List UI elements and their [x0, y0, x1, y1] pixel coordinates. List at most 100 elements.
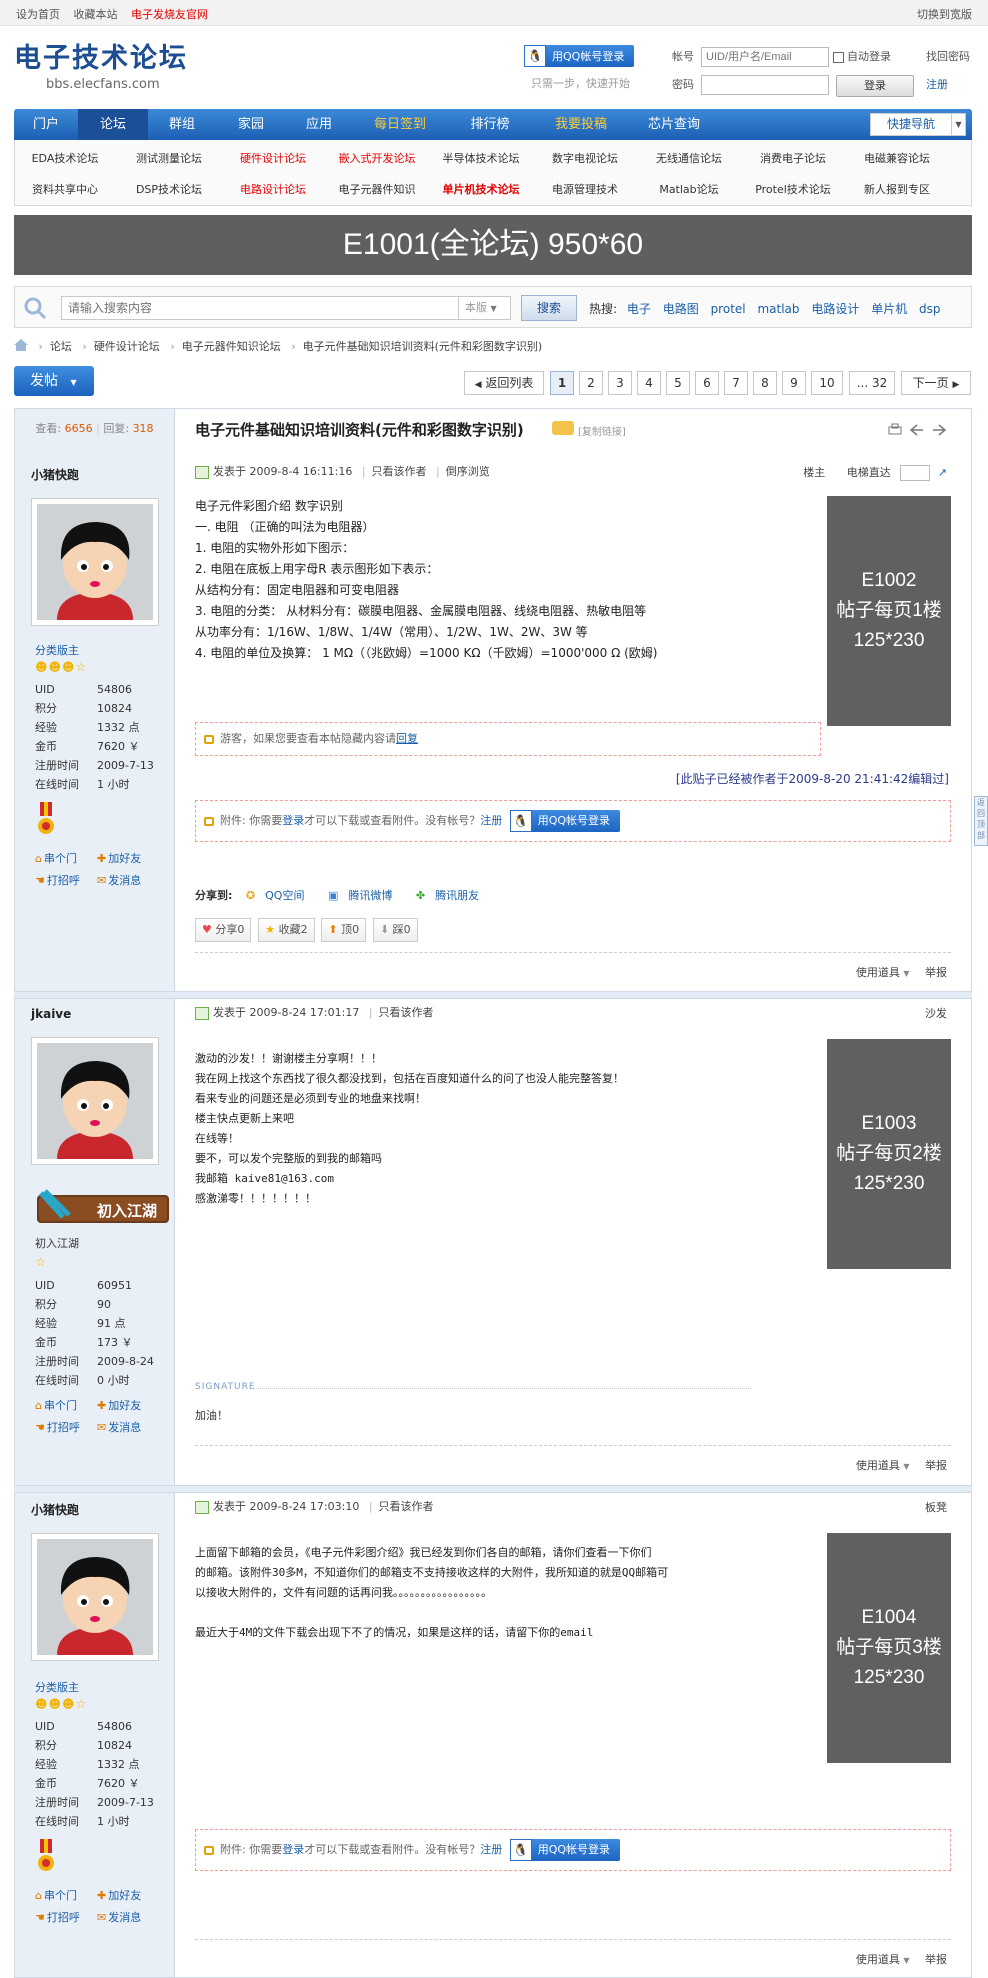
qq-login-button[interactable]: 🐧 用QQ帐号登录 — [524, 45, 635, 67]
share-pengyou[interactable]: ✤ 腾讯朋友 — [416, 889, 489, 902]
go-icon[interactable]: ↗ — [938, 466, 947, 479]
share-tencent-weibo[interactable]: ▣ 腾讯微博 — [328, 889, 402, 902]
hot-search-item[interactable]: 电路设计 — [811, 302, 859, 316]
author-name[interactable]: jkaive — [31, 1007, 71, 1021]
only-author-link[interactable]: 只看该作者 — [379, 1500, 434, 1513]
register-link[interactable]: 注册 — [480, 1843, 502, 1856]
qq-login-button[interactable]: 🐧 用QQ帐号登录 — [509, 1839, 621, 1861]
subnav-consumer[interactable]: 消费电子论坛 — [743, 150, 843, 166]
subnav-matlab[interactable]: Matlab论坛 — [639, 181, 739, 197]
back-to-list-button[interactable]: ◀ 返回列表 — [464, 371, 544, 395]
register-link[interactable]: 注册 — [926, 74, 948, 96]
report-link[interactable]: 举报 — [925, 966, 947, 979]
auto-login-checkbox[interactable]: 自动登录 — [833, 46, 891, 68]
print-icon[interactable] — [888, 423, 902, 435]
new-post-button[interactable]: 发帖 ▼ — [14, 366, 94, 396]
ad-box-floor-1[interactable]: E1002 帖子每页1楼 125*230 — [827, 496, 951, 726]
nav-item-groups[interactable]: 群组 — [148, 109, 216, 140]
subnav-share[interactable]: 资料共享中心 — [15, 181, 115, 197]
page-2[interactable]: 2 — [579, 371, 603, 395]
add-friend-button[interactable]: ✚ 加好友 — [97, 1885, 159, 1907]
register-link[interactable]: 注册 — [480, 814, 502, 827]
subnav-circuit[interactable]: 电路设计论坛 — [223, 181, 323, 197]
account-input[interactable] — [701, 47, 829, 67]
breadcrumb-hardware[interactable]: 硬件设计论坛 — [94, 340, 160, 353]
report-link[interactable]: 举报 — [925, 1459, 947, 1472]
set-homepage-link[interactable]: 设为首页 — [16, 8, 60, 21]
subnav-newbie[interactable]: 新人报到专区 — [847, 181, 947, 197]
home-icon[interactable] — [14, 339, 28, 351]
hot-search-item[interactable]: 电路图 — [663, 302, 699, 316]
user-group[interactable]: 分类版主 — [35, 1679, 79, 1695]
back-to-top-tab[interactable]: 返回顶部 — [974, 796, 988, 846]
visit-button[interactable]: ⌂ 串个门 — [35, 1885, 97, 1907]
author-name[interactable]: 小猪快跑 — [31, 1501, 79, 1518]
favorite-button[interactable]: ★ 收藏2 — [258, 918, 315, 942]
ad-box-floor-2[interactable]: E1003 帖子每页2楼 125*230 — [827, 1039, 951, 1269]
next-page-button[interactable]: 下一页 ▶ — [901, 371, 971, 395]
breadcrumb-components[interactable]: 电子元器件知识论坛 — [182, 340, 281, 353]
subnav-dtv[interactable]: 数字电视论坛 — [535, 150, 635, 166]
avatar[interactable] — [31, 1533, 159, 1661]
switch-wide-link[interactable]: 切换到宽版 — [917, 6, 972, 22]
qq-login-button[interactable]: 🐧 用QQ帐号登录 — [509, 810, 621, 832]
hot-search-item[interactable]: protel — [711, 302, 746, 316]
subnav-eda[interactable]: EDA技术论坛 — [15, 150, 115, 166]
hot-search-item[interactable]: matlab — [757, 302, 799, 316]
send-message-button[interactable]: ✉ 发消息 — [97, 1417, 159, 1439]
hot-search-item[interactable]: 单片机 — [871, 302, 907, 316]
author-name[interactable]: 小猪快跑 — [31, 466, 79, 483]
subnav-embedded[interactable]: 嵌入式开发论坛 — [327, 150, 427, 166]
share-qzone[interactable]: ✪ QQ空间 — [246, 889, 315, 902]
add-friend-button[interactable]: ✚ 加好友 — [97, 848, 159, 870]
poke-button[interactable]: ☚ 打招呼 — [35, 1907, 97, 1929]
page-1[interactable]: 1 — [550, 371, 574, 395]
copy-link[interactable]: [复制链接] — [578, 423, 626, 438]
use-tools-link[interactable]: 使用道具 ▼ — [856, 1953, 910, 1966]
visit-button[interactable]: ⌂ 串个门 — [35, 1395, 97, 1417]
search-button[interactable]: 搜索 — [521, 295, 577, 321]
search-input[interactable] — [61, 296, 459, 320]
nav-item-chip-search[interactable]: 芯片查询 — [630, 109, 718, 140]
page-last[interactable]: ... 32 — [849, 371, 895, 395]
visit-button[interactable]: ⌂ 串个门 — [35, 848, 97, 870]
subnav-test[interactable]: 测试测量论坛 — [119, 150, 219, 166]
share-button[interactable]: ♥ 分享0 — [195, 918, 252, 942]
send-message-button[interactable]: ✉ 发消息 — [97, 1907, 159, 1929]
page-4[interactable]: 4 — [637, 371, 661, 395]
subnav-emc[interactable]: 电磁兼容论坛 — [847, 150, 947, 166]
nav-item-checkin[interactable]: 每日签到 — [352, 109, 448, 140]
page-9[interactable]: 9 — [782, 371, 806, 395]
downvote-button[interactable]: ⬇ 踩0 — [372, 918, 418, 942]
find-password-link[interactable]: 找回密码 — [926, 46, 970, 68]
upvote-button[interactable]: ⬆ 顶0 — [321, 918, 367, 942]
password-input[interactable] — [701, 75, 829, 95]
avatar[interactable] — [31, 498, 159, 626]
quick-nav-dropdown[interactable]: 快捷导航 ▼ — [870, 113, 966, 136]
login-link[interactable]: 登录 — [282, 814, 304, 827]
ad-box-floor-3[interactable]: E1004 帖子每页3楼 125*230 — [827, 1533, 951, 1763]
hot-search-item[interactable]: 电子 — [627, 302, 651, 316]
page-7[interactable]: 7 — [724, 371, 748, 395]
page-6[interactable]: 6 — [695, 371, 719, 395]
nav-item-ranking[interactable]: 排行榜 — [448, 109, 532, 140]
user-group[interactable]: 分类版主 — [35, 642, 79, 658]
banner-ad[interactable]: E1001(全论坛) 950*60 — [14, 215, 972, 275]
use-tools-link[interactable]: 使用道具 ▼ — [856, 966, 910, 979]
avatar[interactable] — [31, 1037, 159, 1165]
page-8[interactable]: 8 — [753, 371, 777, 395]
site-logo[interactable]: 电子技术论坛 bbs.elecfans.com — [14, 36, 204, 96]
page-5[interactable]: 5 — [666, 371, 690, 395]
subnav-wireless[interactable]: 无线通信论坛 — [639, 150, 739, 166]
next-thread-icon[interactable] — [933, 424, 947, 436]
subnav-semiconductor[interactable]: 半导体技术论坛 — [431, 150, 531, 166]
breadcrumb-forum[interactable]: 论坛 — [50, 340, 72, 353]
poke-button[interactable]: ☚ 打招呼 — [35, 870, 97, 892]
floor-jump-input[interactable] — [900, 465, 931, 481]
nav-item-apps[interactable]: 应用 — [286, 109, 352, 140]
nav-item-forum[interactable]: 论坛 — [78, 109, 148, 140]
login-link[interactable]: 登录 — [282, 1843, 304, 1856]
hot-search-item[interactable]: dsp — [919, 302, 941, 316]
only-author-link[interactable]: 只看该作者 — [372, 465, 427, 478]
subnav-hardware[interactable]: 硬件设计论坛 — [223, 150, 323, 166]
